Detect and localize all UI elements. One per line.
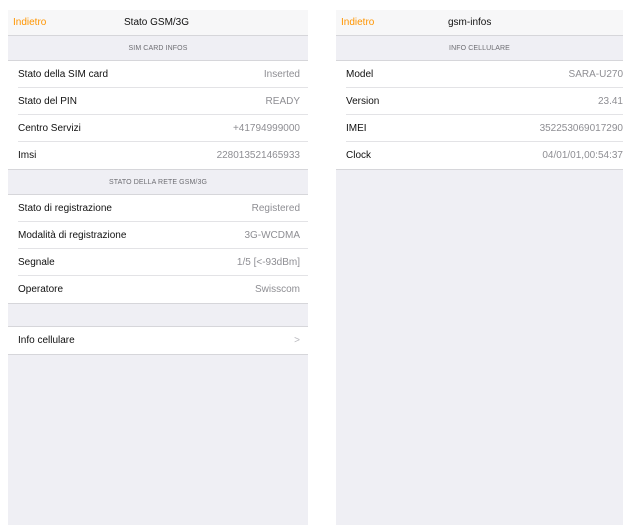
back-button[interactable]: Indietro <box>341 17 374 28</box>
row-value: +41794999000 <box>232 122 300 134</box>
row-value: Registered <box>251 202 300 214</box>
section-header-network: STATO DELLA RETE GSM/3G <box>109 179 207 186</box>
row-label: Operatore <box>18 284 64 295</box>
row-label: Segnale <box>18 256 55 268</box>
clock-row: Clock 04/01/01,00:54:37 <box>336 142 623 169</box>
row-label: IMEI <box>346 122 367 134</box>
imei-row: IMEI 352253069017290 <box>336 115 623 142</box>
row-label: Modalità di registrazione <box>18 229 127 241</box>
cellular-info-group: Model SARA-U270 Version 23.41 IMEI 35225… <box>336 60 623 170</box>
row-label: Stato del PIN <box>18 95 77 107</box>
registration-status-row: Stato di registrazione Registered <box>8 195 308 222</box>
row-value: 228013521465933 <box>216 150 300 161</box>
section-header-cellular-info: INFO CELLULARE <box>449 45 510 52</box>
cellular-info-link[interactable]: Info cellulare > <box>8 327 308 354</box>
navigation-bar: Indietro gsm-infos <box>336 10 623 36</box>
sim-status-row: Stato della SIM card Inserted <box>8 61 308 88</box>
imsi-row: Imsi 228013521465933 <box>8 142 308 169</box>
service-center-row: Centro Servizi +41794999000 <box>8 115 308 142</box>
page-title: Stato GSM/3G <box>124 17 190 28</box>
row-value: 04/01/01,00:54:37 <box>542 150 623 161</box>
row-label: Stato della SIM card <box>18 68 109 80</box>
row-value: 23.41 <box>597 95 623 107</box>
row-value: 3G-WCDMA <box>244 229 300 241</box>
network-status-group: Stato di registrazione Registered Modali… <box>8 194 308 304</box>
row-label: Stato di registrazione <box>18 202 112 214</box>
section-header-sim-card: SIM CARD INFOS <box>128 45 188 52</box>
row-label: Imsi <box>18 150 37 161</box>
chevron-right-icon: > <box>294 335 300 346</box>
model-row: Model SARA-U270 <box>336 61 623 88</box>
signal-row: Segnale 1/5 [<-93dBm] <box>8 249 308 276</box>
row-value: 352253069017290 <box>539 122 623 134</box>
row-value: READY <box>265 95 300 107</box>
pin-status-row: Stato del PIN READY <box>8 88 308 115</box>
version-row: Version 23.41 <box>336 88 623 115</box>
row-value: SARA-U270 <box>568 68 623 80</box>
registration-mode-row: Modalità di registrazione 3G-WCDMA <box>8 222 308 249</box>
sim-card-group: Stato della SIM card Inserted Stato del … <box>8 60 308 170</box>
operator-row: Operatore Swisscom <box>8 276 308 303</box>
row-value: Inserted <box>263 68 300 80</box>
gsm-infos-screen: Indietro gsm-infos INFO CELLULARE Model … <box>336 10 623 525</box>
page-title: gsm-infos <box>448 17 492 28</box>
row-label: Centro Servizi <box>18 122 81 134</box>
cellular-info-group: Info cellulare > <box>8 326 308 355</box>
row-label: Info cellulare <box>18 335 75 346</box>
back-button[interactable]: Indietro <box>13 17 46 28</box>
row-label: Clock <box>346 150 372 161</box>
row-label: Model <box>346 68 374 80</box>
row-value: Swisscom <box>254 284 300 295</box>
navigation-bar: Indietro Stato GSM/3G <box>8 10 308 36</box>
gsm-status-screen: Indietro Stato GSM/3G SIM CARD INFOS Sta… <box>8 10 308 525</box>
row-value: 1/5 [<-93dBm] <box>236 256 300 268</box>
row-label: Version <box>346 95 380 107</box>
